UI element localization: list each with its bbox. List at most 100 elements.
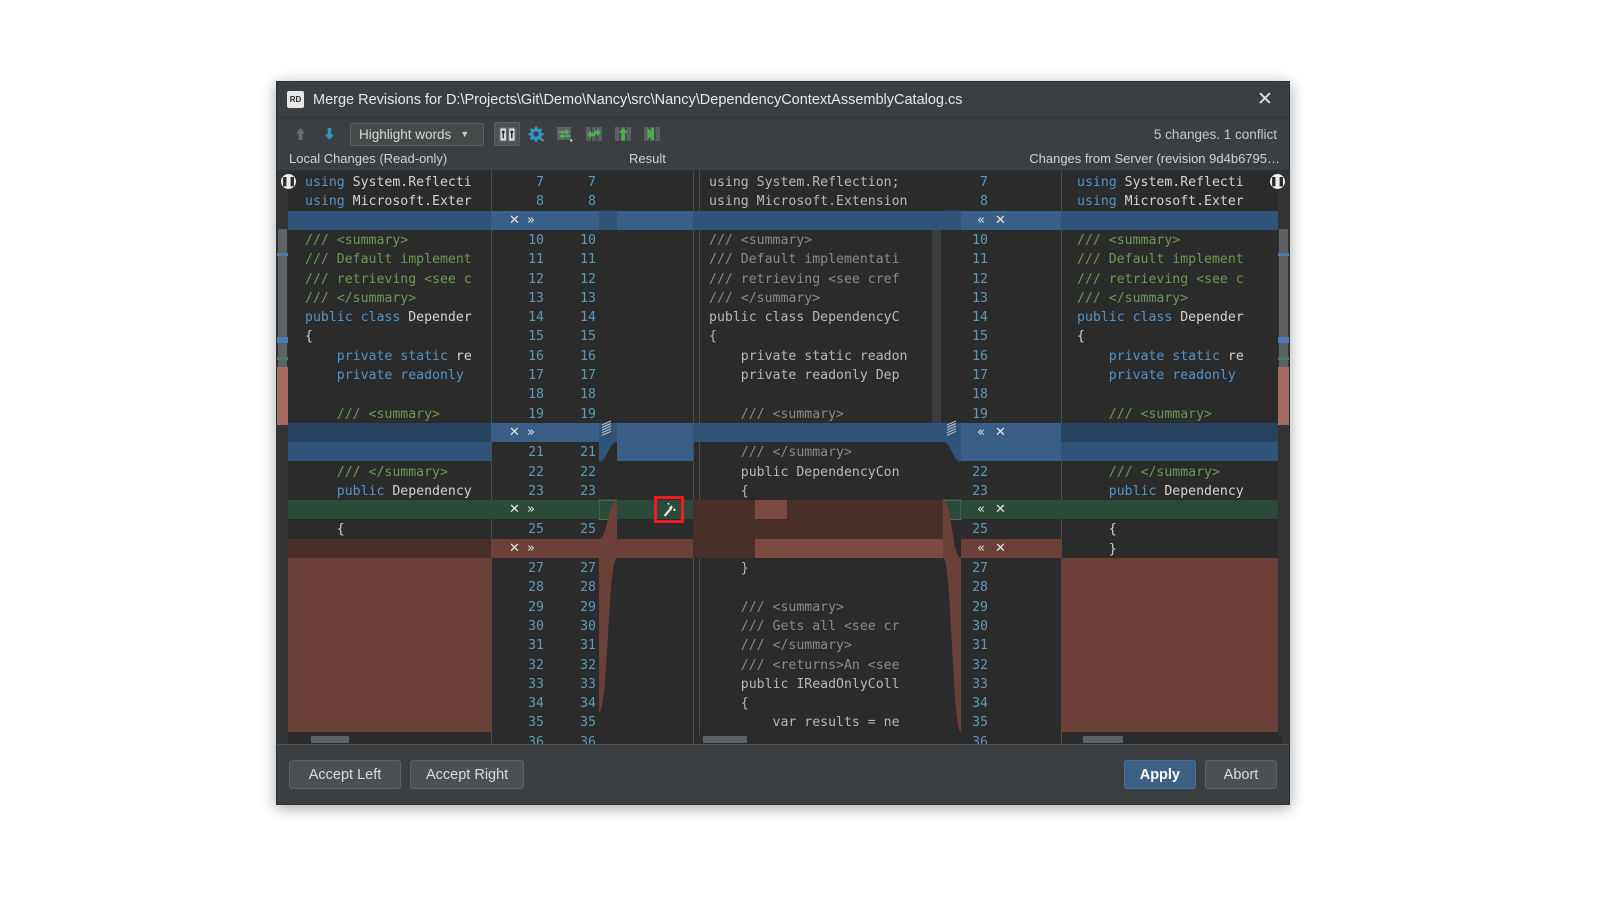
- right-change-band: [1061, 422, 1278, 443]
- merge-revisions-window: Merge Revisions for D:\Projects\Git\Demo…: [276, 81, 1290, 805]
- line-number: 12: [528, 271, 544, 287]
- line-number: 34: [972, 696, 988, 712]
- accept-left-change-button[interactable]: »: [527, 423, 535, 442]
- result-hscrollbar[interactable]: [699, 735, 943, 744]
- right-hscrollbar-thumb[interactable]: [1083, 736, 1123, 743]
- pane-header-left: Local Changes (Read-only): [289, 151, 448, 166]
- accept-left-change-button[interactable]: »: [527, 539, 535, 558]
- line-number: 27: [528, 561, 544, 576]
- result-code-line: using Microsoft.Extension: [709, 194, 908, 210]
- line-number: 22: [580, 464, 596, 480]
- result-vertical-scrollbar[interactable]: [932, 223, 941, 433]
- result-code-line: {: [709, 696, 749, 712]
- reject-left-change-button[interactable]: ✕: [509, 500, 520, 519]
- left-marker-scrollbar[interactable]: [277, 171, 288, 744]
- line-number: 32: [580, 657, 596, 673]
- result-hscrollbar-thumb[interactable]: [703, 736, 747, 743]
- accept-left-change-button[interactable]: »: [527, 500, 535, 519]
- pane-header-bar: Local Changes (Read-only) Result Changes…: [277, 150, 1289, 170]
- line-number: 29: [972, 599, 988, 615]
- result-change-band: [693, 422, 943, 443]
- line-number: 11: [528, 252, 544, 268]
- accept-right-change-button[interactable]: «: [977, 539, 985, 558]
- line-number: 35: [528, 715, 544, 731]
- result-code-line: /// <summary>: [709, 232, 813, 248]
- line-number: 28: [580, 580, 596, 596]
- accept-left-button[interactable]: Accept Left: [289, 760, 401, 789]
- chevron-down-icon: ▼: [460, 129, 470, 139]
- line-number: 25: [972, 522, 988, 538]
- abort-button[interactable]: Abort: [1205, 760, 1277, 789]
- apply-nonconflicting-right-button[interactable]: [639, 122, 665, 146]
- line-number: 30: [580, 618, 596, 634]
- marker-change: [277, 337, 288, 343]
- code-line: /// </summary>: [1077, 464, 1220, 480]
- line-number: 14: [580, 310, 596, 326]
- result-code-line: {: [709, 329, 717, 345]
- left-pin-icon[interactable]: ❚❚: [281, 174, 296, 189]
- previous-change-button[interactable]: [287, 122, 313, 146]
- line-number: 19: [528, 406, 544, 422]
- accept-right-change-button[interactable]: «: [977, 500, 985, 519]
- result-code-line: /// <summary>: [709, 406, 844, 422]
- right-hscrollbar[interactable]: [1067, 735, 1282, 744]
- code-line: /// Default implement: [305, 252, 472, 268]
- result-code-line: public class DependencyC: [709, 310, 900, 326]
- line-number: 12: [972, 271, 988, 287]
- line-number: 8: [588, 194, 596, 210]
- result-code-line: {: [709, 483, 749, 499]
- reject-right-change-button[interactable]: ✕: [995, 500, 1006, 519]
- right-marker-scrollbar[interactable]: [1278, 171, 1289, 744]
- merge-diff-area[interactable]: using System.Reflecti using Microsoft.Ext…: [277, 170, 1289, 745]
- accept-right-change-button[interactable]: «: [977, 423, 985, 442]
- diff-settings-button[interactable]: [523, 122, 549, 146]
- sync-scroll-button[interactable]: [552, 122, 578, 146]
- marker-conflict: [1278, 367, 1289, 425]
- result-code-line: /// </summary>: [709, 290, 821, 306]
- reject-right-change-button[interactable]: ✕: [995, 423, 1006, 442]
- result-code-line: [699, 578, 943, 597]
- line-number: 10: [972, 232, 988, 248]
- accept-right-button[interactable]: Accept Right: [410, 760, 525, 789]
- code-line: public class Depender: [305, 310, 472, 326]
- diff-toolbar: Highlight words ▼ 5 changes. 1 conflict: [277, 118, 1289, 150]
- reject-left-change-button[interactable]: ✕: [509, 539, 520, 558]
- apply-button[interactable]: Apply: [1123, 760, 1196, 789]
- apply-nonconflicting-button[interactable]: [581, 122, 607, 146]
- code-line: using System.Reflecti: [305, 175, 472, 190]
- left-added-band: [288, 500, 491, 520]
- right-pin-icon[interactable]: ❚❚: [1270, 174, 1285, 189]
- collapse-unchanged-button[interactable]: [494, 122, 520, 146]
- line-number: 29: [580, 599, 596, 615]
- line-number: 15: [580, 329, 596, 345]
- result-code-line: /// Default implementati: [709, 252, 900, 268]
- apply-nonconflicting-left-button[interactable]: [610, 122, 636, 146]
- highlight-mode-select[interactable]: Highlight words ▼: [350, 122, 484, 146]
- right-change-band: [1061, 442, 1278, 462]
- apply-nonconflicting-icon: [586, 127, 602, 141]
- accept-left-change-button[interactable]: »: [527, 211, 535, 230]
- line-number: 15: [972, 329, 988, 345]
- settings-gear-icon: [528, 126, 544, 142]
- title-bar: Merge Revisions for D:\Projects\Git\Demo…: [277, 82, 1289, 118]
- code-line: /// retrieving <see c: [1077, 271, 1244, 287]
- code-line: public Dependency: [336, 483, 472, 499]
- left-hscrollbar-thumb[interactable]: [311, 736, 349, 743]
- code-line: using System.Reflecti: [1077, 175, 1244, 190]
- reject-right-change-button[interactable]: ✕: [995, 211, 1006, 230]
- line-number: 31: [972, 638, 988, 654]
- code-line: {: [1077, 522, 1117, 538]
- reject-right-change-button[interactable]: ✕: [995, 539, 1006, 558]
- magic-wand-resolve-icon[interactable]: [659, 501, 678, 522]
- line-number: 27: [972, 561, 988, 576]
- line-number: 27: [580, 561, 596, 576]
- code-line: /// retrieving <see c: [305, 271, 472, 287]
- line-number: 29: [528, 599, 544, 615]
- accept-right-change-button[interactable]: «: [977, 211, 985, 230]
- line-number: 23: [528, 483, 544, 499]
- reject-left-change-button[interactable]: ✕: [509, 423, 520, 442]
- next-change-button[interactable]: [316, 122, 342, 146]
- reject-left-change-button[interactable]: ✕: [509, 211, 520, 230]
- close-icon[interactable]: ✕: [1247, 85, 1283, 115]
- left-hscrollbar[interactable]: [295, 735, 491, 744]
